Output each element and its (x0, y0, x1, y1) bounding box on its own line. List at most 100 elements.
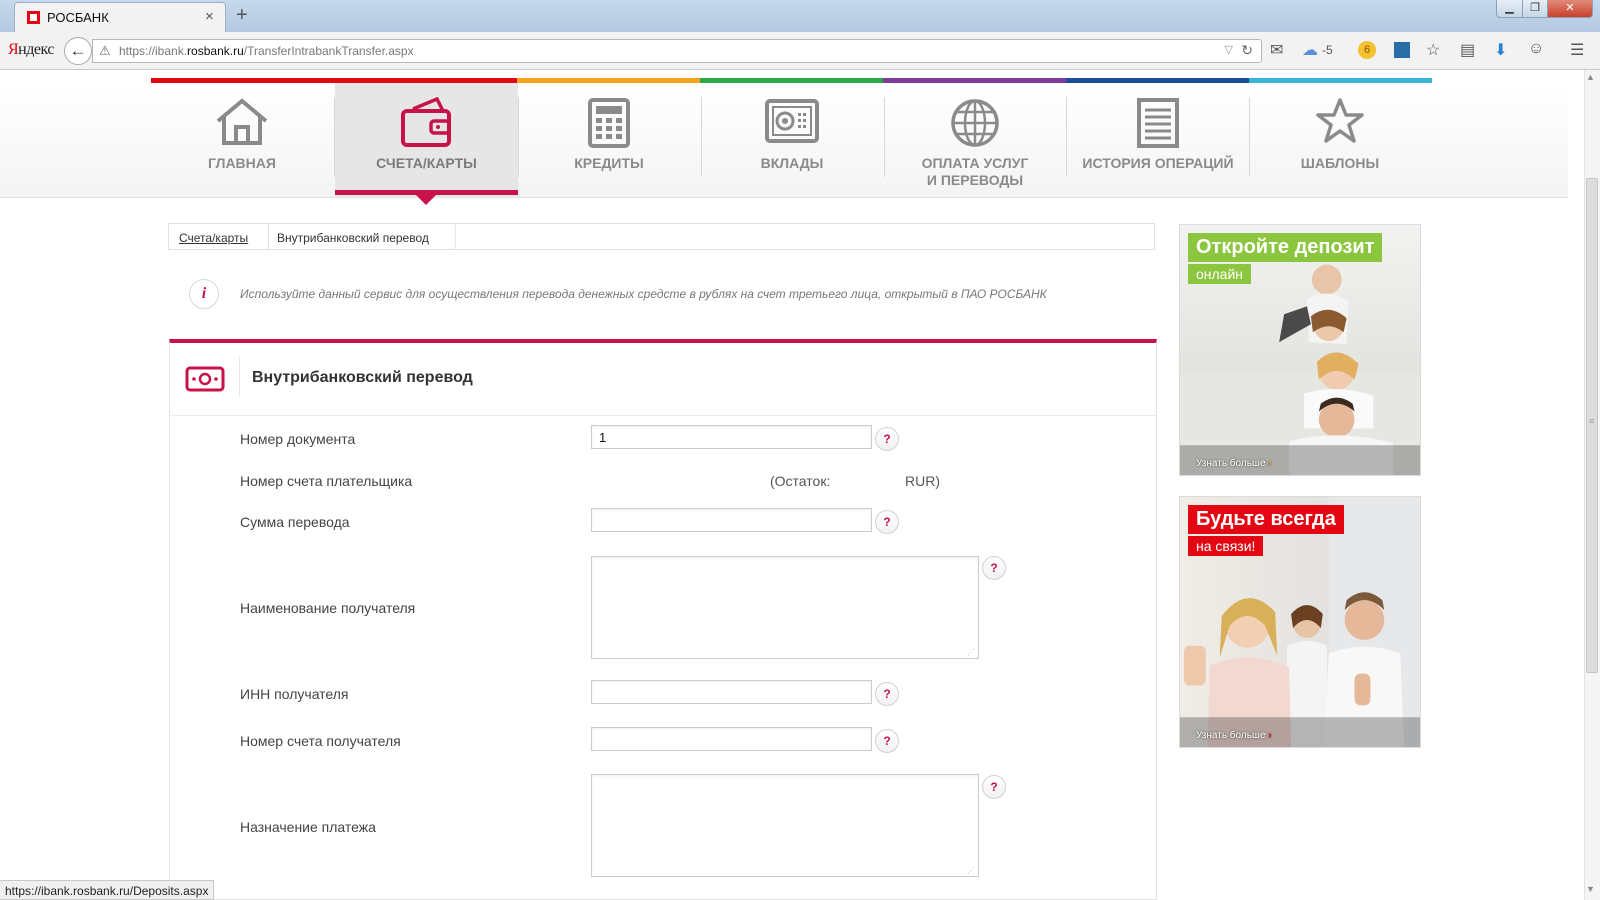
balance-prefix: (Остаток: (770, 473, 831, 489)
rosbank-favicon-icon (27, 11, 40, 24)
scroll-down-arrow-icon[interactable]: ▼ (1586, 884, 1595, 894)
url-prefix: https://ibank. (119, 44, 188, 58)
url-domain: rosbank.ru (187, 44, 244, 58)
reader-icon[interactable]: ▤ (1460, 40, 1475, 60)
menu-icon[interactable]: ☰ (1570, 40, 1584, 60)
menu-item-templates[interactable]: ШАБЛОНЫ (1250, 83, 1430, 198)
recipient-inn-help-icon[interactable]: ? (875, 682, 899, 706)
back-button[interactable]: ← (64, 37, 92, 65)
family-photo (1180, 225, 1420, 475)
scrollbar-grip-icon: ≡ (1589, 416, 1595, 426)
amount-help-icon[interactable]: ? (875, 510, 899, 534)
header-divider (239, 357, 240, 397)
star-icon[interactable]: ☆ (1426, 40, 1440, 60)
promo-connected-title: Будьте всегда (1188, 505, 1344, 534)
main-menu: ГЛАВНАЯ СЧЕТА/КАРТЫ КРЕДИТЫ ВКЛАДЫ ОПЛАТ… (0, 83, 1568, 198)
menu-label-payments: ОПЛАТА УСЛУГ И ПЕРЕВОДЫ (885, 155, 1065, 189)
doc-number-help-icon[interactable]: ? (875, 427, 899, 451)
chat-icon[interactable]: ☺ (1528, 40, 1544, 58)
breadcrumb-current: Внутрибанковский перевод (277, 231, 429, 245)
download-icon[interactable]: ⬇ (1494, 40, 1507, 60)
amount-input[interactable] (591, 508, 872, 532)
promo-deposit-more-link[interactable]: Узнать больше › (1196, 458, 1272, 469)
menu-label-accounts: СЧЕТА/КАРТЫ (376, 155, 477, 171)
menu-item-payments[interactable]: ОПЛАТА УСЛУГ И ПЕРЕВОДЫ (885, 83, 1065, 198)
browser-titlebar: РОСБАНК × + ▁ ❐ ✕ (0, 0, 1600, 32)
menu-item-deposits[interactable]: ВКЛАДЫ (702, 83, 882, 198)
menu-item-history[interactable]: ИСТОРИЯ ОПЕРАЦИЙ (1067, 83, 1249, 198)
bookmark-icon[interactable] (1394, 42, 1410, 58)
url-path: /TransferIntrabankTransfer.aspx (243, 44, 414, 58)
window-minimize-button[interactable]: ▁ (1496, 0, 1523, 18)
people-photo (1180, 497, 1420, 747)
menu-label-payments-line1: ОПЛАТА УСЛУГ (921, 155, 1029, 171)
menu-item-home[interactable]: ГЛАВНАЯ (152, 83, 332, 198)
resize-grip-icon[interactable]: ⋰ (967, 867, 975, 875)
badge-6-icon[interactable]: 6 (1358, 41, 1376, 59)
url-dropdown-icon[interactable]: ▽ (1225, 43, 1233, 56)
recipient-inn-input[interactable] (591, 680, 872, 704)
resize-grip-icon[interactable]: ⋰ (967, 649, 975, 657)
chevron-right-icon: › (1268, 730, 1272, 741)
recipient-account-input[interactable] (591, 727, 872, 751)
purpose-help-icon[interactable]: ? (982, 775, 1006, 799)
recipient-name-help-icon[interactable]: ? (982, 556, 1006, 580)
form-header: Внутрибанковский перевод (170, 343, 1156, 416)
doc-number-input[interactable] (591, 425, 872, 449)
calculator-icon (588, 98, 630, 148)
payer-account-label: Номер счета плательщика (240, 473, 413, 489)
form-title: Внутрибанковский перевод (252, 369, 473, 386)
mail-icon[interactable]: ✉ (1270, 40, 1283, 60)
home-icon (216, 98, 268, 145)
promo-deposit-banner[interactable]: Откройте депозит онлайн Узнать больше › (1179, 224, 1421, 476)
menu-label-deposits: ВКЛАДЫ (760, 155, 824, 171)
promo-deposit-more-text: Узнать больше (1196, 458, 1266, 469)
tab-title: РОСБАНК (47, 10, 109, 25)
address-bar[interactable]: ⚠ https://ibank.rosbank.ru/TransferIntra… (92, 39, 1262, 63)
info-icon: i (189, 279, 219, 309)
star-icon (1316, 98, 1364, 143)
cloud-icon[interactable]: ☁ (1302, 40, 1318, 60)
breadcrumb: Счета/карты Внутрибанковский перевод (168, 223, 1155, 250)
yandex-logo-first-letter: Я (8, 41, 19, 58)
url-text[interactable]: https://ibank.rosbank.ru/TransferIntraba… (119, 44, 414, 58)
promo-connected-more-link[interactable]: Узнать больше › (1196, 730, 1272, 741)
weather-badge: -5 (1322, 43, 1333, 57)
breadcrumb-separator (446, 224, 456, 249)
security-warning-icon[interactable]: ⚠ (99, 43, 111, 59)
tab-close-icon[interactable]: × (205, 8, 214, 25)
banknote-icon (185, 366, 225, 392)
window-close-button[interactable]: ✕ (1547, 0, 1593, 18)
amount-label: Сумма перевода (240, 514, 350, 530)
breadcrumb-separator (259, 224, 269, 249)
purpose-textarea[interactable] (591, 774, 979, 877)
menu-label-templates: ШАБЛОНЫ (1300, 155, 1380, 171)
promo-connected-subtitle: на связи! (1188, 536, 1264, 556)
recipient-name-textarea[interactable] (591, 556, 979, 659)
menu-item-accounts[interactable]: СЧЕТА/КАРТЫ (335, 83, 518, 198)
balance-currency: RUR) (905, 473, 940, 489)
browser-tab[interactable]: РОСБАНК × (14, 2, 226, 32)
reload-icon[interactable]: ↻ (1241, 42, 1253, 59)
new-tab-button[interactable]: + (236, 4, 248, 27)
breadcrumb-link-accounts[interactable]: Счета/карты (179, 231, 248, 245)
window-restore-button[interactable]: ❐ (1522, 0, 1548, 18)
yandex-logo-rest: ндекс (18, 41, 54, 58)
recipient-account-label: Номер счета получателя (240, 733, 401, 749)
active-menu-arrow (416, 195, 436, 205)
menu-label-payments-line2: И ПЕРЕВОДЫ (926, 172, 1024, 188)
chevron-right-icon: › (1268, 458, 1272, 469)
yandex-logo[interactable]: Яндекс (8, 41, 54, 59)
promo-connected-more-text: Узнать больше (1196, 730, 1266, 741)
wallet-icon (400, 97, 451, 147)
purpose-label: Назначение платежа (240, 819, 376, 835)
scroll-up-arrow-icon[interactable]: ▲ (1586, 72, 1595, 82)
recipient-account-help-icon[interactable]: ? (875, 729, 899, 753)
menu-item-credits[interactable]: КРЕДИТЫ (519, 83, 699, 198)
document-list-icon (1137, 98, 1179, 148)
menu-label-credits: КРЕДИТЫ (574, 155, 644, 171)
doc-number-label: Номер документа (240, 431, 356, 447)
menu-label-home: ГЛАВНАЯ (208, 155, 276, 171)
promo-connected-banner[interactable]: Будьте всегда на связи! Узнать больше › (1179, 496, 1421, 748)
promo-deposit-title: Откройте депозит (1188, 233, 1383, 262)
